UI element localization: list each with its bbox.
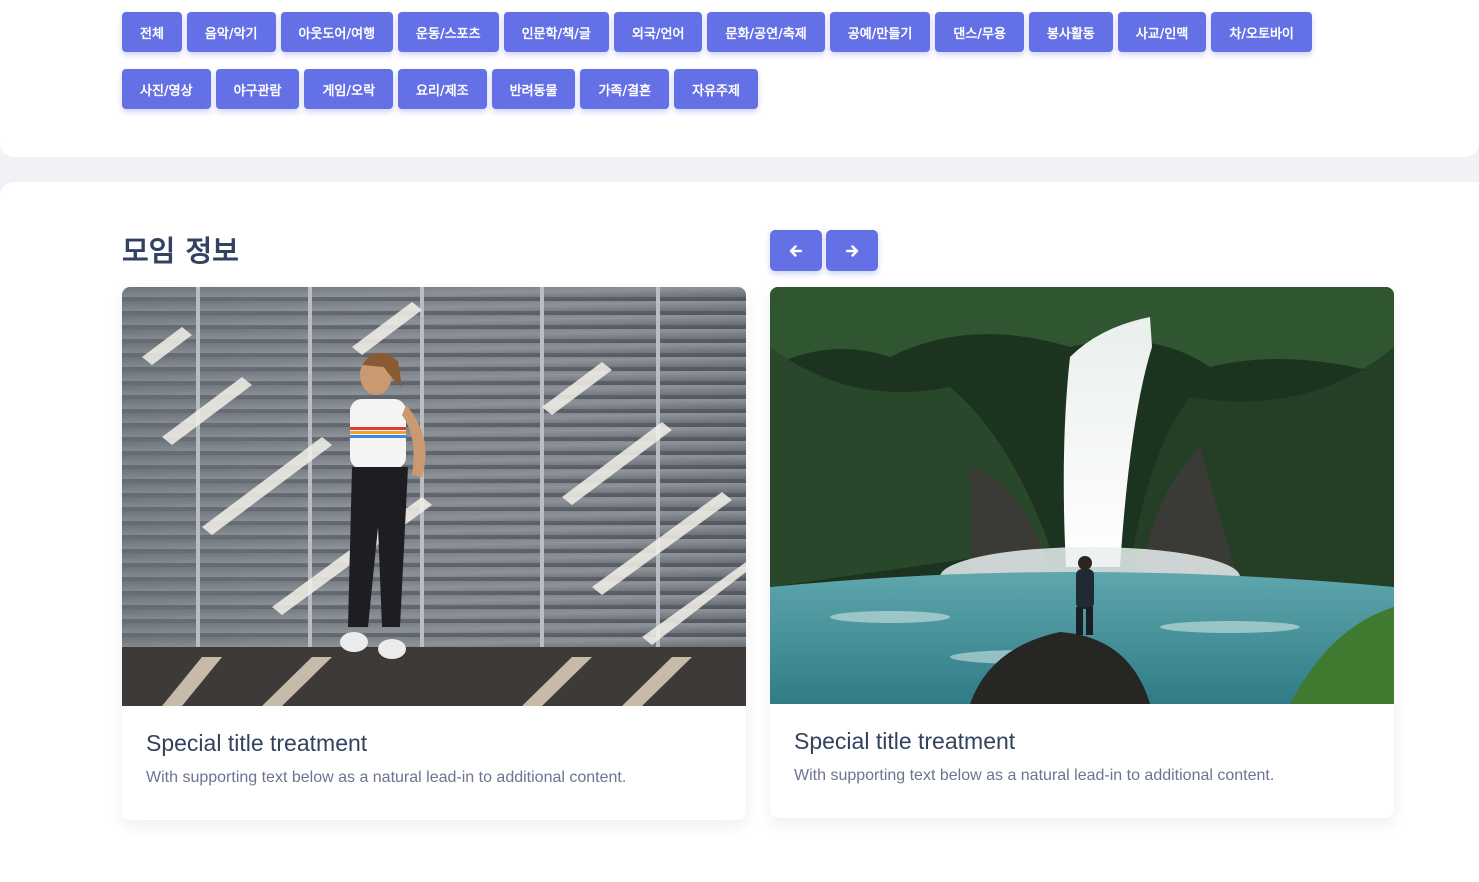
next-button[interactable] <box>826 230 878 271</box>
category-chip-all[interactable]: 전체 <box>122 12 182 52</box>
category-chip-pets[interactable]: 반려동물 <box>491 69 576 109</box>
category-chip-language[interactable]: 외국/언어 <box>613 12 703 52</box>
meeting-card[interactable]: Special title treatment With supporting … <box>122 287 746 820</box>
card-image-waterfall <box>770 287 1394 704</box>
card-title: Special title treatment <box>794 728 1016 754</box>
section-title: 모임 정보 <box>122 234 239 268</box>
category-chip-vehicles[interactable]: 차/오토바이 <box>1211 12 1312 52</box>
card-image-woman-louvered-wall <box>122 287 746 706</box>
category-chip-outdoor[interactable]: 아웃도어/여행 <box>280 12 394 52</box>
card-text: With supporting text below as a natural … <box>146 769 627 786</box>
category-chip-humanities[interactable]: 인문학/책/글 <box>503 12 609 52</box>
carousel-controls <box>770 230 878 271</box>
category-chip-cooking[interactable]: 요리/제조 <box>398 69 487 109</box>
category-chip-free[interactable]: 자유주제 <box>674 69 758 109</box>
card-title: Special title treatment <box>146 730 368 756</box>
category-chip-sports[interactable]: 운동/스포츠 <box>398 12 499 52</box>
category-chip-music[interactable]: 음악/악기 <box>186 12 276 52</box>
category-chip-dance[interactable]: 댄스/무용 <box>935 12 1024 52</box>
card-text: With supporting text below as a natural … <box>794 767 1275 784</box>
category-chip-culture[interactable]: 문화/공연/축제 <box>707 12 825 52</box>
category-chip-games[interactable]: 게임/오락 <box>304 69 394 109</box>
category-chip-photo[interactable]: 사진/영상 <box>122 69 211 109</box>
arrow-left-icon <box>789 244 803 257</box>
category-chip-family[interactable]: 가족/결혼 <box>580 69 670 109</box>
meeting-card[interactable]: Special title treatment With supporting … <box>770 287 1394 818</box>
category-chip-list: 전체 음악/악기 아웃도어/여행 운동/스포츠 인문학/책/글 외국/언어 문화… <box>122 12 1352 109</box>
arrow-right-icon <box>845 244 859 257</box>
category-chip-baseball[interactable]: 야구관람 <box>215 69 300 109</box>
category-chip-volunteer[interactable]: 봉사활동 <box>1028 12 1113 52</box>
category-chip-crafts[interactable]: 공예/만들기 <box>829 12 931 52</box>
category-panel: 전체 음악/악기 아웃도어/여행 운동/스포츠 인문학/책/글 외국/언어 문화… <box>0 0 1479 157</box>
category-chip-social[interactable]: 사교/인맥 <box>1117 12 1207 52</box>
prev-button[interactable] <box>770 230 822 271</box>
